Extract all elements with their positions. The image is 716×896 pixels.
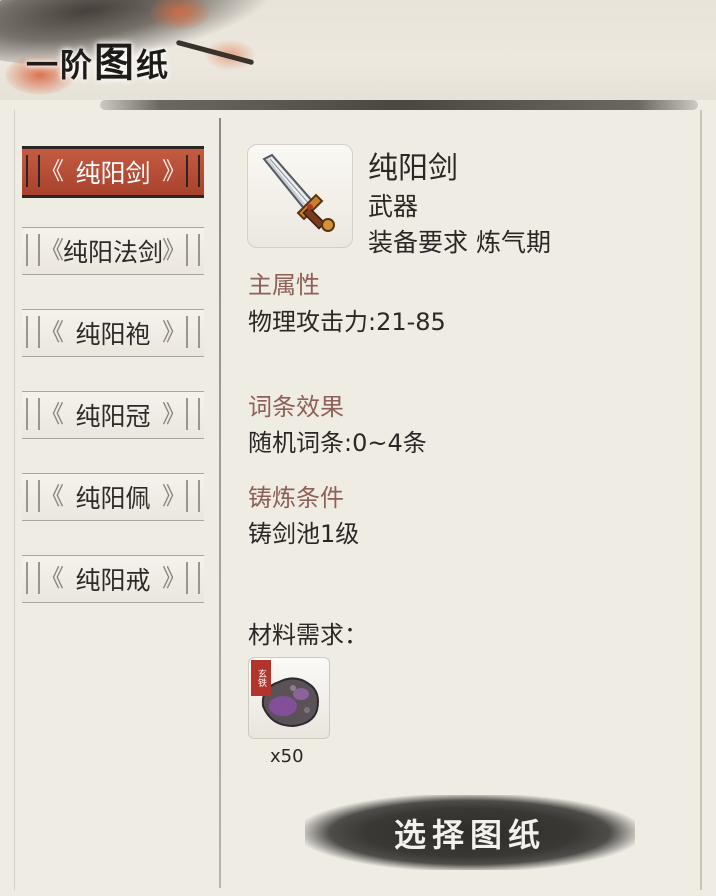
chevron-right-icon: 》 [162, 400, 186, 428]
chevron-right-icon: 》 [162, 564, 186, 592]
chevron-left-icon: 《 [40, 318, 64, 346]
tab-label: 纯阳袍 [75, 320, 151, 349]
materials-label: 材料需求： [248, 621, 368, 649]
chevron-right-icon: 》 [162, 236, 186, 264]
affix-value: 随机词条:0~4条 [248, 429, 427, 457]
chevron-left-icon: 《 [40, 482, 64, 510]
frame-left [14, 110, 15, 890]
chevron-left-icon: 《 [40, 236, 64, 264]
select-button-label: 选择图纸 [393, 815, 546, 854]
material-slot[interactable]: 玄铁 [248, 657, 330, 739]
chevron-right-icon: 》 [162, 318, 186, 346]
forge-value: 铸剑池1级 [248, 520, 360, 548]
tab-chunyang-ring[interactable]: 《 纯阳戒 》 [22, 555, 204, 603]
chevron-left-icon: 《 [40, 400, 64, 428]
affix-label: 词条效果 [248, 393, 344, 421]
material-badge: 玄铁 [251, 660, 271, 696]
header-banner: 一阶图纸 [0, 0, 716, 100]
tab-chunyang-magic-sword[interactable]: 《 纯阳法剑 》 [22, 227, 204, 275]
tab-chunyang-pendant[interactable]: 《 纯阳佩 》 [22, 473, 204, 521]
page-title: 一阶图纸 [26, 39, 171, 86]
chevron-left-icon: 《 [40, 564, 64, 592]
main-attr-value: 物理攻击力:21-85 [248, 308, 446, 336]
tab-label: 纯阳法剑 [62, 238, 163, 267]
item-type: 武器 [368, 192, 419, 221]
item-name: 纯阳剑 [368, 151, 458, 186]
tab-chunyang-robe[interactable]: 《 纯阳袍 》 [22, 309, 204, 357]
tab-label: 纯阳冠 [75, 402, 151, 431]
tab-chunyang-sword[interactable]: 《 纯阳剑 》 [22, 146, 204, 198]
select-blueprint-button[interactable]: 选择图纸 [305, 795, 635, 870]
item-requirement: 装备要求 炼气期 [368, 228, 551, 257]
chevron-right-icon: 》 [162, 157, 186, 185]
tab-label: 纯阳剑 [75, 159, 151, 188]
header-divider [100, 100, 698, 110]
main-attr-label: 主属性 [248, 271, 320, 299]
sword-icon [262, 153, 335, 232]
tab-label: 纯阳佩 [75, 484, 151, 513]
item-icon-frame[interactable] [247, 144, 353, 248]
tab-label: 纯阳戒 [75, 566, 151, 595]
chevron-right-icon: 》 [162, 482, 186, 510]
column-divider [219, 118, 221, 888]
forge-label: 铸炼条件 [248, 484, 344, 512]
tab-chunyang-crown[interactable]: 《 纯阳冠 》 [22, 391, 204, 439]
frame-right [700, 110, 702, 890]
material-count: x50 [270, 746, 304, 767]
chevron-left-icon: 《 [40, 157, 64, 185]
